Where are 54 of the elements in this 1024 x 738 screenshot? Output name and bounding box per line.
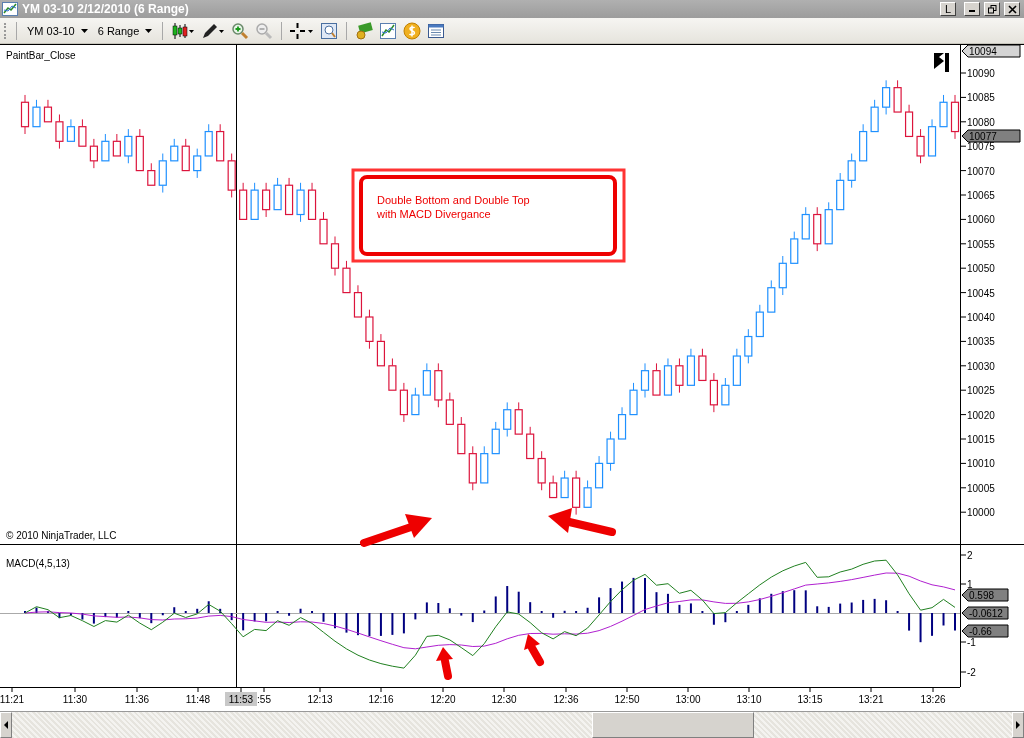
time-tick-label: 12:20 (430, 694, 456, 705)
time-tick-label: 13:21 (858, 694, 884, 705)
time-tick-label: 13:00 (675, 694, 701, 705)
time-tick-label: 12:16 (368, 694, 394, 705)
price-tick-label: 10045 (967, 287, 995, 299)
macd-tick-label: 2 (967, 550, 973, 561)
price-marker: 10094 (961, 44, 1021, 58)
time-tick-label: 11:30 (62, 694, 88, 705)
price-tick-label: 10055 (967, 238, 995, 250)
price-tick-label: 10075 (967, 141, 995, 153)
price-tick-label: 10025 (967, 385, 995, 397)
period-dropdown[interactable]: 6 Range (95, 24, 155, 37)
price-tick-label: 10070 (967, 165, 995, 177)
price-marker: 10077 (961, 129, 1021, 143)
price-tick-label: 10065 (967, 190, 995, 201)
instrument-dropdown[interactable]: YM 03-10 (25, 24, 90, 37)
price-tick-label: 10005 (967, 482, 995, 494)
time-tick-label: :55 (257, 694, 271, 705)
time-tick-label: 12:13 (307, 694, 333, 705)
annotation-text: with MACD Divergance (377, 208, 491, 220)
macd-marker: -0.0612 (961, 606, 1009, 620)
price-tick-label: 10040 (967, 312, 995, 323)
macd-tick-label: -2 (967, 667, 976, 678)
price-tick-label: 10015 (967, 434, 995, 445)
price-tick-label: 10085 (967, 92, 995, 104)
price-tick-label: 10090 (967, 68, 995, 79)
price-tick-label: 10060 (967, 214, 995, 226)
time-tick-label: 11:21 (0, 694, 25, 705)
macd-label: MACD(4,5,13) (6, 558, 70, 569)
macd-tick-label: -1 (967, 637, 976, 648)
time-tick-label: 12:50 (614, 694, 640, 705)
time-tick-label: 12:30 (491, 694, 517, 705)
copyright-text: © 2010 NinjaTrader, LLC (6, 530, 117, 541)
price-tick-label: 10020 (967, 409, 995, 421)
price-tick-label: 10000 (967, 507, 995, 519)
indicator-label: PaintBar_Close (6, 50, 76, 61)
macd-marker: 0.598 (961, 588, 1009, 602)
macd-tick-label: 1 (967, 579, 973, 590)
price-tick-label: 10010 (967, 458, 995, 470)
time-tick-label: 13:26 (920, 694, 946, 705)
window-title: YM 03-10 2/12/2010 (6 Range) (22, 2, 189, 16)
price-tick-label: 10030 (967, 360, 995, 372)
mode-button[interactable]: L (940, 2, 956, 16)
time-tick-label: 13:15 (797, 694, 823, 705)
annotation-text: Double Bottom and Double Top (377, 194, 530, 206)
time-tick-label: 11:53 (228, 694, 254, 705)
time-tick-label: 13:10 (736, 694, 762, 705)
price-tick-label: 10035 (967, 336, 995, 348)
price-tick-label: 10080 (967, 116, 995, 128)
time-tick-label: 11:36 (124, 694, 150, 705)
macd-marker: -0.66 (961, 624, 1009, 638)
time-tick-label: 11:48 (185, 694, 211, 705)
time-tick-label: 12:36 (553, 694, 579, 705)
price-tick-label: 10050 (967, 263, 995, 275)
